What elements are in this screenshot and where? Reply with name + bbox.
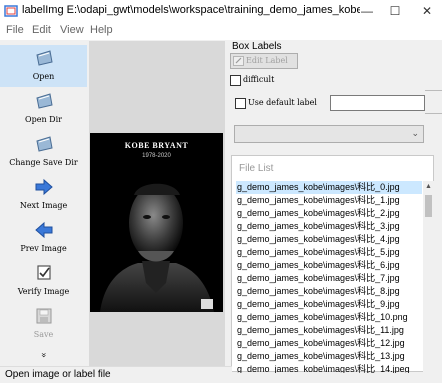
file-list-item[interactable]: g_demo_james_kobe\images\科比_12.jpg bbox=[236, 337, 422, 350]
default-label-input[interactable] bbox=[330, 95, 425, 111]
open-button[interactable]: Open bbox=[0, 45, 87, 87]
change-save-dir-button[interactable]: Change Save Dir bbox=[0, 131, 87, 173]
next-image-button[interactable]: Next Image bbox=[0, 174, 87, 216]
file-list-item[interactable]: g_demo_james_kobe\images\科比_4.jpg bbox=[236, 233, 422, 246]
file-list-item[interactable]: g_demo_james_kobe\images\科比_7.jpg bbox=[236, 272, 422, 285]
open-dir-label: Open Dir bbox=[25, 115, 62, 124]
scroll-up-arrow-icon[interactable]: ▲ bbox=[423, 181, 434, 192]
use-default-label-checkbox[interactable] bbox=[235, 98, 246, 109]
box-labels-title: Box Labels bbox=[232, 41, 282, 52]
file-list-panel: File List g_demo_james_kobe\images\科比_0.… bbox=[231, 155, 434, 373]
kobe-portrait-image bbox=[90, 133, 223, 312]
image-canvas[interactable]: KOBE BRYANT 1978-2020 bbox=[89, 41, 225, 372]
file-list-item[interactable]: g_demo_james_kobe\images\科比_10.png bbox=[236, 311, 422, 324]
minimize-button[interactable]: — bbox=[352, 0, 382, 22]
file-list-item[interactable]: g_demo_james_kobe\images\科比_1.jpg bbox=[236, 194, 422, 207]
status-text: Open image or label file bbox=[5, 369, 111, 380]
dock-divider bbox=[425, 113, 442, 114]
use-default-label-text: Use default label bbox=[248, 98, 317, 107]
file-list-item[interactable]: g_demo_james_kobe\images\科比_13.jpg bbox=[236, 350, 422, 363]
chevron-down-icon: ⌄ bbox=[411, 128, 419, 138]
floppy-disk-icon bbox=[36, 308, 52, 324]
menu-file[interactable]: File bbox=[6, 24, 24, 36]
toolbar-more-button[interactable]: » bbox=[0, 350, 87, 364]
status-bar: Open image or label file bbox=[0, 366, 232, 383]
difficult-label: difficult bbox=[243, 75, 275, 84]
menu-edit[interactable]: Edit bbox=[32, 24, 51, 36]
kobe-bryant-photo: KOBE BRYANT 1978-2020 bbox=[90, 133, 223, 312]
edit-label-button[interactable]: Edit Label bbox=[230, 53, 298, 69]
watermark-logo bbox=[201, 299, 213, 309]
file-list-item[interactable]: g_demo_james_kobe\images\科比_11.jpg bbox=[236, 324, 422, 337]
checkbox-checked-icon bbox=[37, 265, 51, 280]
open-label: Open bbox=[32, 72, 55, 81]
photo-years: 1978-2020 bbox=[142, 153, 171, 159]
change-save-dir-label: Change Save Dir bbox=[9, 158, 78, 167]
verify-image-label: Verify Image bbox=[17, 287, 70, 296]
open-dir-icon bbox=[36, 93, 53, 109]
change-save-dir-icon bbox=[36, 136, 53, 152]
next-image-label: Next Image bbox=[19, 201, 68, 210]
right-dock: Box Labels Edit Label difficult Use defa… bbox=[229, 41, 442, 373]
difficult-checkbox[interactable] bbox=[230, 75, 241, 86]
right-arrow-icon bbox=[35, 178, 53, 196]
close-button[interactable]: ✕ bbox=[412, 0, 442, 22]
file-list[interactable]: g_demo_james_kobe\images\科比_0.jpg g_demo… bbox=[236, 181, 422, 373]
file-list-item[interactable]: g_demo_james_kobe\images\科比_8.jpg bbox=[236, 285, 422, 298]
scrollbar-thumb[interactable] bbox=[425, 195, 432, 217]
file-list-item[interactable]: g_demo_james_kobe\images\科比_3.jpg bbox=[236, 220, 422, 233]
file-list-item[interactable]: g_demo_james_kobe\images\科比_14.jpeg bbox=[236, 363, 422, 373]
menu-view[interactable]: View bbox=[60, 24, 84, 36]
left-toolbar: Open Open Dir Change Save Dir Next Image… bbox=[0, 41, 87, 372]
verify-image-button[interactable]: Verify Image bbox=[0, 260, 87, 302]
label-list-combo[interactable]: ⌄ bbox=[234, 125, 424, 143]
edit-label-text: Edit Label bbox=[246, 56, 288, 65]
file-list-scrollbar[interactable]: ▲ bbox=[423, 181, 434, 372]
toolbar-more-chevron: » bbox=[38, 352, 48, 358]
file-list-item[interactable]: g_demo_james_kobe\images\科比_0.jpg bbox=[236, 181, 422, 194]
file-list-item[interactable]: g_demo_james_kobe\images\科比_5.jpg bbox=[236, 246, 422, 259]
file-list-item[interactable]: g_demo_james_kobe\images\科比_9.jpg bbox=[236, 298, 422, 311]
file-list-title: File List bbox=[239, 163, 274, 174]
prev-image-label: Prev Image bbox=[20, 244, 67, 253]
maximize-button[interactable]: ☐ bbox=[380, 0, 410, 22]
left-arrow-icon bbox=[35, 221, 53, 239]
save-label: Save bbox=[33, 330, 54, 339]
file-list-item[interactable]: g_demo_james_kobe\images\科比_6.jpg bbox=[236, 259, 422, 272]
pencil-icon bbox=[233, 56, 244, 66]
menu-help[interactable]: Help bbox=[90, 24, 113, 36]
labelimg-app-icon bbox=[4, 5, 18, 17]
open-dir-button[interactable]: Open Dir bbox=[0, 88, 87, 130]
open-folder-icon bbox=[36, 50, 53, 66]
prev-image-button[interactable]: Prev Image bbox=[0, 217, 87, 259]
title-bar: labelImg E:\odapi_gwt\models\workspace\t… bbox=[0, 0, 442, 22]
window-title: labelImg E:\odapi_gwt\models\workspace\t… bbox=[22, 4, 360, 16]
photo-title: KOBE BRYANT bbox=[124, 141, 189, 150]
file-list-item[interactable]: g_demo_james_kobe\images\科比_2.jpg bbox=[236, 207, 422, 220]
dock-divider bbox=[425, 90, 442, 91]
save-button[interactable]: Save bbox=[0, 303, 87, 345]
menu-bar: File Edit View Help bbox=[0, 22, 442, 40]
